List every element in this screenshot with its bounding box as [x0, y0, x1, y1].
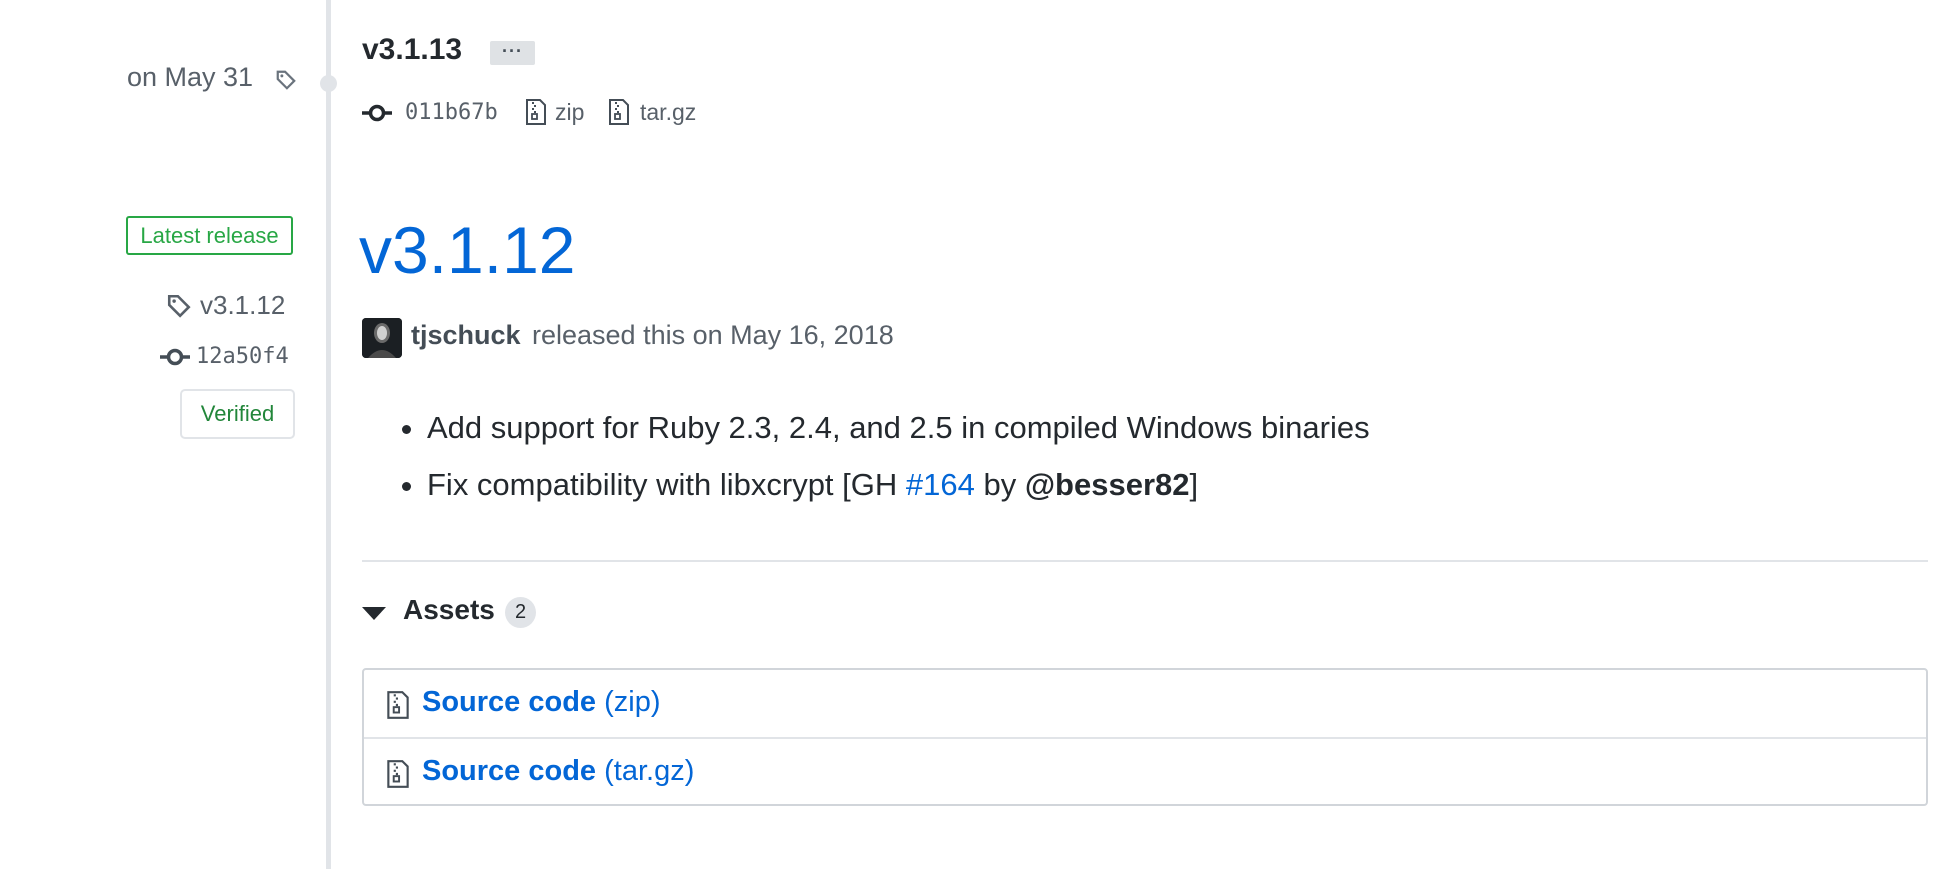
asset-format: (tar.gz): [604, 755, 695, 787]
avatar[interactable]: [362, 318, 402, 358]
verified-badge[interactable]: Verified: [180, 389, 295, 439]
commit-icon: [160, 345, 190, 369]
asset-row[interactable]: Source code (tar.gz): [364, 737, 1926, 806]
commit-icon: [362, 101, 392, 125]
issue-link[interactable]: #164: [906, 467, 975, 502]
assets-heading[interactable]: Assets: [403, 594, 495, 626]
latest-release-badge: Latest release: [126, 216, 293, 255]
sidebar-tag-link[interactable]: v3.1.12: [200, 290, 285, 321]
bullet-dot: [402, 425, 411, 434]
triangle-down-icon: [362, 605, 386, 621]
prev-release-date: on May 31: [127, 62, 254, 92]
asset-name: Source code: [422, 686, 597, 718]
prev-commit-link[interactable]: 011b67b: [405, 100, 498, 125]
timeline-dot: [320, 75, 337, 92]
user-mention-link[interactable]: @besser82: [1025, 467, 1190, 502]
note-prefix: Fix compatibility with libxcrypt [GH: [427, 467, 906, 502]
asset-format: (zip): [604, 686, 661, 718]
tag-icon: [166, 293, 192, 319]
divider: [362, 560, 1928, 562]
note-text: Fix compatibility with libxcrypt [GH #16…: [427, 462, 1198, 508]
asset-row[interactable]: Source code (zip): [364, 670, 1926, 737]
timeline-line: [326, 0, 331, 869]
tag-icon: [275, 69, 297, 91]
sidebar-commit-link[interactable]: 12a50f4: [196, 344, 289, 369]
author-link[interactable]: tjschuck: [411, 320, 521, 351]
zip-file-icon: [386, 690, 410, 720]
zip-file-icon: [608, 98, 630, 126]
zip-file-icon: [525, 98, 547, 126]
released-text: released this on May 16, 2018: [532, 320, 894, 350]
assets-count-badge: 2: [505, 597, 536, 628]
note-suffix: ]: [1189, 467, 1199, 502]
asset-link-targz[interactable]: Source code (tar.gz): [422, 752, 694, 790]
more-button[interactable]: ···: [490, 41, 535, 65]
zip-file-icon: [386, 759, 410, 789]
note-text: Add support for Ruby 2.3, 2.4, and 2.5 i…: [427, 410, 1370, 445]
asset-name: Source code: [422, 755, 597, 787]
prev-zip-link[interactable]: zip: [555, 99, 584, 126]
bullet-dot: [402, 482, 411, 491]
release-title[interactable]: v3.1.12: [359, 212, 576, 288]
note-by: by: [974, 467, 1025, 502]
assets-list: Source code (zip) Source code (tar.gz): [362, 668, 1928, 806]
prev-targz-link[interactable]: tar.gz: [640, 99, 696, 126]
asset-link-zip[interactable]: Source code (zip): [422, 683, 661, 721]
prev-release-title[interactable]: v3.1.13: [362, 33, 462, 67]
